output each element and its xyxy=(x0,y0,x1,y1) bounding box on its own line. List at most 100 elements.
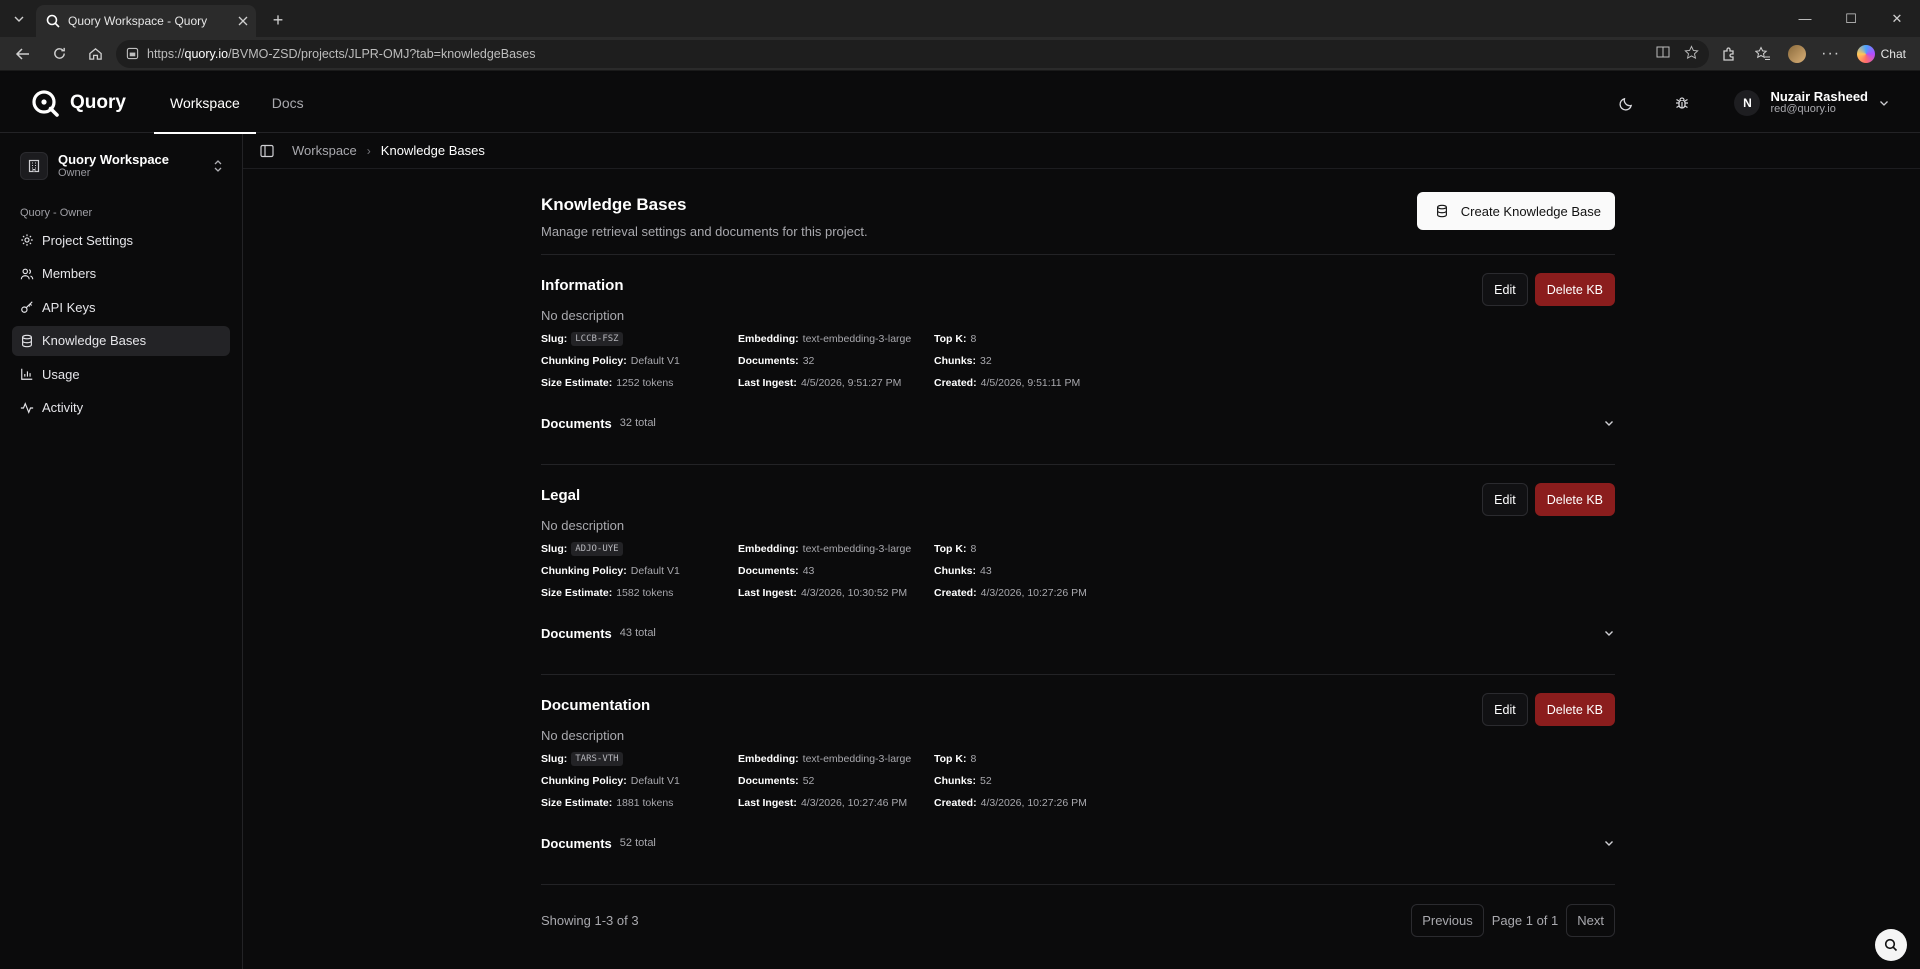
puzzle-icon xyxy=(1722,46,1734,61)
copilot-chat-button[interactable]: Chat xyxy=(1851,44,1912,63)
create-knowledge-base-button[interactable]: Create Knowledge Base xyxy=(1416,192,1615,230)
lock-icon xyxy=(126,47,139,60)
nav-tab-docs[interactable]: Docs xyxy=(256,73,320,133)
workspace-role: Owner xyxy=(58,167,91,180)
extensions-button[interactable] xyxy=(1715,40,1743,68)
meta-chunking: Chunking Policy: Default V1 xyxy=(541,565,680,577)
knowledge-base-card: Documentation No description Edit Delete… xyxy=(541,675,1615,885)
user-name: Nuzair Rasheed xyxy=(1770,89,1868,105)
meta-embedding: Embedding: text-embedding-3-large xyxy=(738,333,912,345)
key-icon xyxy=(21,301,33,313)
reload-button[interactable] xyxy=(44,40,74,68)
sidebar-item-api-keys[interactable]: API Keys xyxy=(12,292,230,322)
back-button[interactable] xyxy=(8,40,38,68)
meta-documents: Documents: 32 xyxy=(738,355,815,367)
edit-button[interactable]: Edit xyxy=(1482,273,1528,306)
meta-documents: Documents: 52 xyxy=(738,775,815,787)
workspace-switcher[interactable]: Quory Workspace Owner xyxy=(12,143,230,189)
profile-button[interactable] xyxy=(1783,40,1811,68)
sidebar-item-usage[interactable]: Usage xyxy=(12,359,230,389)
breadcrumb: Workspace › Knowledge Bases xyxy=(243,133,1920,169)
favorites-icon xyxy=(1754,45,1770,60)
new-tab-button[interactable]: + xyxy=(264,6,292,34)
logo-text: Quory xyxy=(70,91,126,113)
kb-description: No description xyxy=(541,308,625,323)
bug-report-button[interactable] xyxy=(1668,89,1696,117)
reload-icon xyxy=(53,47,65,59)
kb-name: Legal xyxy=(541,487,581,504)
address-field[interactable]: https://quory.io/BVMO-ZSD/projects/JLPR-… xyxy=(116,39,1709,68)
chevron-down-icon xyxy=(14,16,24,22)
documents-toggle[interactable]: Documents 43 total xyxy=(541,623,1615,643)
next-button[interactable]: Next xyxy=(1566,903,1615,937)
database-icon xyxy=(22,334,32,347)
sidebar-item-activity[interactable]: Activity xyxy=(12,393,230,423)
user-menu[interactable]: N Nuzair Rasheed red@quory.io xyxy=(1734,90,1890,116)
meta-chunks: Chunks: 43 xyxy=(934,565,992,577)
more-menu-button[interactable]: ··· xyxy=(1817,40,1845,68)
logo[interactable]: Quory xyxy=(30,88,154,118)
meta-documents: Documents: 43 xyxy=(738,565,815,577)
theme-toggle-button[interactable] xyxy=(1612,89,1640,117)
window-controls: — ☐ ✕ xyxy=(1782,0,1920,37)
chevron-down-icon xyxy=(1605,421,1613,426)
sidebar-group-label: Quory - Owner xyxy=(20,207,93,219)
previous-button[interactable]: Previous xyxy=(1411,903,1484,937)
edit-button[interactable]: Edit xyxy=(1482,693,1528,726)
chevron-down-icon xyxy=(1880,101,1888,106)
delete-kb-button[interactable]: Delete KB xyxy=(1534,483,1615,516)
moon-icon xyxy=(1619,97,1633,111)
sidebar-item-members[interactable]: Members xyxy=(12,259,230,289)
page-indicator: Page 1 of 1 xyxy=(1491,912,1559,928)
app-body: Quory Workspace Owner Quory - Owner Proj… xyxy=(0,133,1920,969)
meta-chunking: Chunking Policy: Default V1 xyxy=(541,355,680,367)
meta-topk: Top K: 8 xyxy=(934,753,977,765)
documents-label: Documents xyxy=(541,835,612,851)
pagination: Showing 1-3 of 3 Previous Page 1 of 1 Ne… xyxy=(541,885,1615,955)
meta-chunks: Chunks: 52 xyxy=(934,775,992,787)
meta-size: Size Estimate: 1252 tokens xyxy=(541,377,674,389)
nav-tab-workspace[interactable]: Workspace xyxy=(154,73,256,134)
breadcrumb-workspace[interactable]: Workspace xyxy=(292,143,357,158)
bar-chart-icon xyxy=(21,368,33,380)
documents-label: Documents xyxy=(541,415,612,431)
meta-topk: Top K: 8 xyxy=(934,333,977,345)
app: Quory Workspace Docs N Nuzair Rasheed re… xyxy=(0,73,1920,969)
maximize-icon[interactable]: ☐ xyxy=(1828,0,1874,37)
home-icon xyxy=(88,47,102,60)
delete-kb-button[interactable]: Delete KB xyxy=(1534,693,1615,726)
meta-last-ingest: Last Ingest: 4/3/2026, 10:27:46 PM xyxy=(738,797,908,809)
meta-embedding: Embedding: text-embedding-3-large xyxy=(738,753,912,765)
top-right-actions: N Nuzair Rasheed red@quory.io xyxy=(1612,73,1890,133)
minimize-icon[interactable]: — xyxy=(1782,0,1828,37)
activity-icon xyxy=(20,401,34,414)
sidebar-item-project-settings[interactable]: Project Settings xyxy=(12,225,230,255)
favorite-star-icon[interactable] xyxy=(1683,44,1699,63)
sidebar-toggle-icon[interactable] xyxy=(260,144,274,158)
chat-label: Chat xyxy=(1880,46,1906,61)
close-tab-icon[interactable] xyxy=(238,16,248,26)
browser-tab[interactable]: Quory Workspace - Quory xyxy=(36,5,256,37)
sidebar-item-label: Members xyxy=(42,266,97,281)
split-screen-icon[interactable] xyxy=(1656,45,1670,62)
page-title: Knowledge Bases xyxy=(541,195,687,214)
meta-last-ingest: Last Ingest: 4/3/2026, 10:30:52 PM xyxy=(738,587,908,599)
close-window-icon[interactable]: ✕ xyxy=(1874,0,1920,37)
edit-button[interactable]: Edit xyxy=(1482,483,1528,516)
kb-description: No description xyxy=(541,728,625,743)
url-text: https://quory.io/BVMO-ZSD/projects/JLPR-… xyxy=(147,46,536,61)
documents-toggle[interactable]: Documents 32 total xyxy=(541,413,1615,433)
more-dots-icon: ··· xyxy=(1821,44,1841,62)
delete-kb-button[interactable]: Delete KB xyxy=(1534,273,1615,306)
documents-toggle[interactable]: Documents 52 total xyxy=(541,833,1615,853)
floating-search-button[interactable] xyxy=(1875,929,1907,961)
home-button[interactable] xyxy=(80,40,110,68)
kb-name: Information xyxy=(541,277,624,294)
avatar: N xyxy=(1734,90,1761,116)
documents-count: 32 total xyxy=(619,417,656,429)
favorites-button[interactable] xyxy=(1749,40,1777,68)
sidebar-item-knowledge-bases[interactable]: Knowledge Bases xyxy=(12,325,230,356)
browser-tabstrip: Quory Workspace - Quory + — ☐ ✕ xyxy=(0,0,1920,37)
copilot-icon xyxy=(1856,44,1875,63)
tab-list-button[interactable] xyxy=(6,6,32,32)
